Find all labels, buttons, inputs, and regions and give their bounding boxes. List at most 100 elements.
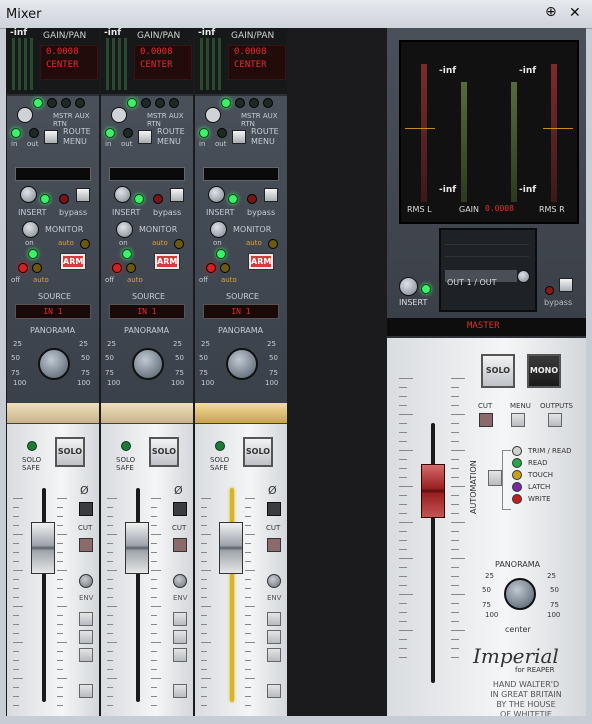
bypass-button[interactable] <box>264 188 278 202</box>
master-outputs-button[interactable] <box>548 413 562 427</box>
gain-pan-label: GAIN/PAN <box>43 31 87 41</box>
bypass-button[interactable] <box>170 188 184 202</box>
fader-tick <box>201 579 207 580</box>
master-mono-button[interactable]: MONO <box>527 354 561 388</box>
channel-led-4 <box>263 98 273 108</box>
channel-fader[interactable] <box>31 522 55 574</box>
pan-knob[interactable] <box>226 348 258 380</box>
pan-knob[interactable] <box>132 348 164 380</box>
master-solo-button[interactable]: SOLO <box>481 354 515 388</box>
arm-button[interactable]: ARM <box>60 253 86 270</box>
source-display[interactable]: IN 1 <box>109 304 185 319</box>
fader-tick <box>107 570 117 571</box>
cut-button[interactable] <box>173 538 187 552</box>
master-menu-button[interactable] <box>511 413 525 427</box>
channel-option-button-2[interactable] <box>173 630 187 644</box>
envelope-knob[interactable] <box>173 574 187 588</box>
channel-option-button-4[interactable] <box>79 684 93 698</box>
source-display[interactable]: IN 1 <box>203 304 279 319</box>
channel-option-button-3[interactable] <box>173 648 187 662</box>
channel-option-button-3[interactable] <box>79 648 93 662</box>
channel-option-button-1[interactable] <box>173 612 187 626</box>
fader-tick <box>451 477 459 478</box>
master-mono-label: MONO <box>529 366 559 375</box>
monitor-knob[interactable] <box>116 221 133 238</box>
master-output-display[interactable]: OUT 1 / OUT <box>439 228 537 312</box>
bypass-button[interactable] <box>76 188 90 202</box>
solo-button[interactable]: SOLO <box>243 437 273 467</box>
master-insert-knob[interactable] <box>399 277 418 296</box>
cut-button[interactable] <box>79 538 93 552</box>
input-jack-icon[interactable] <box>17 107 33 123</box>
display-knob[interactable] <box>517 270 530 283</box>
phase-button[interactable] <box>173 502 187 516</box>
solo-button[interactable]: SOLO <box>55 437 85 467</box>
cut-label: CUT <box>78 524 93 532</box>
fader-tick <box>13 606 23 607</box>
pan-scale-l50: 50 <box>11 354 20 362</box>
fader-tick <box>13 588 19 589</box>
route-button[interactable] <box>232 130 246 144</box>
automation-mode-led[interactable] <box>512 458 522 468</box>
master-bypass-button[interactable] <box>559 278 573 292</box>
close-icon[interactable]: ✕ <box>569 5 581 21</box>
gain-value: 0.0008 <box>46 47 79 57</box>
envelope-knob[interactable] <box>267 574 281 588</box>
master-fader[interactable] <box>421 464 445 518</box>
input-jack-icon[interactable] <box>111 107 127 123</box>
input-jack-icon[interactable] <box>205 107 221 123</box>
insert-knob[interactable] <box>114 186 131 203</box>
arm-button[interactable]: ARM <box>248 253 274 270</box>
insert-slot[interactable] <box>15 167 91 181</box>
arm-button[interactable]: ARM <box>154 253 180 270</box>
fader-track <box>42 488 46 702</box>
monitor-knob[interactable] <box>210 221 227 238</box>
solo-button[interactable]: SOLO <box>149 437 179 467</box>
automation-mode-led[interactable] <box>512 446 522 456</box>
automation-mode-led[interactable] <box>512 470 522 480</box>
channel-option-button-3[interactable] <box>267 648 281 662</box>
master-pan-knob[interactable] <box>504 578 536 610</box>
monitor-knob[interactable] <box>22 221 39 238</box>
phase-button[interactable] <box>79 502 93 516</box>
master-cut-button[interactable] <box>479 413 493 427</box>
channel-strip: -inf GAIN/PAN 0.0008 CENTER MSTR AUX RTN in ou… <box>101 28 193 716</box>
peak-readout: -inf <box>104 28 122 38</box>
channel-option-button-2[interactable] <box>79 630 93 644</box>
gain-pan-display[interactable]: 0.0008 CENTER <box>134 45 192 80</box>
cut-button[interactable] <box>267 538 281 552</box>
automation-mode-button[interactable] <box>488 470 502 486</box>
envelope-knob[interactable] <box>79 574 93 588</box>
channel-fader[interactable] <box>219 522 243 574</box>
channel-fader[interactable] <box>125 522 149 574</box>
route-button[interactable] <box>138 130 152 144</box>
channel-option-button-1[interactable] <box>267 612 281 626</box>
insert-slot[interactable] <box>203 167 279 181</box>
insert-knob[interactable] <box>208 186 225 203</box>
fader-tick <box>107 561 113 562</box>
solo-safe-label: SOLO SAFE <box>210 456 230 472</box>
fader-tick <box>57 552 63 553</box>
insert-knob[interactable] <box>20 186 37 203</box>
inf-top-right: -inf <box>519 66 537 76</box>
monitor-auto2-label: auto <box>221 276 237 284</box>
channel-option-button-4[interactable] <box>267 684 281 698</box>
pin-icon[interactable]: ⊕ <box>545 4 557 20</box>
gain-pan-display[interactable]: 0.0008 CENTER <box>228 45 286 80</box>
route-button[interactable] <box>44 130 58 144</box>
phase-icon: Ø <box>268 484 277 497</box>
automation-mode-led[interactable] <box>512 494 522 504</box>
channel-option-button-2[interactable] <box>267 630 281 644</box>
channel-option-button-1[interactable] <box>79 612 93 626</box>
gain-pan-display[interactable]: 0.0008 CENTER <box>40 45 98 80</box>
channel-option-button-4[interactable] <box>173 684 187 698</box>
insert-slot[interactable] <box>109 167 185 181</box>
source-display[interactable]: IN 1 <box>15 304 91 319</box>
master-pan-center: center <box>505 625 531 634</box>
fader-tick <box>451 504 459 505</box>
automation-mode-led[interactable] <box>512 482 522 492</box>
pan-knob[interactable] <box>38 348 70 380</box>
solo-safe-label: SOLO SAFE <box>116 456 136 472</box>
phase-button[interactable] <box>267 502 281 516</box>
out-label: out <box>27 140 39 148</box>
